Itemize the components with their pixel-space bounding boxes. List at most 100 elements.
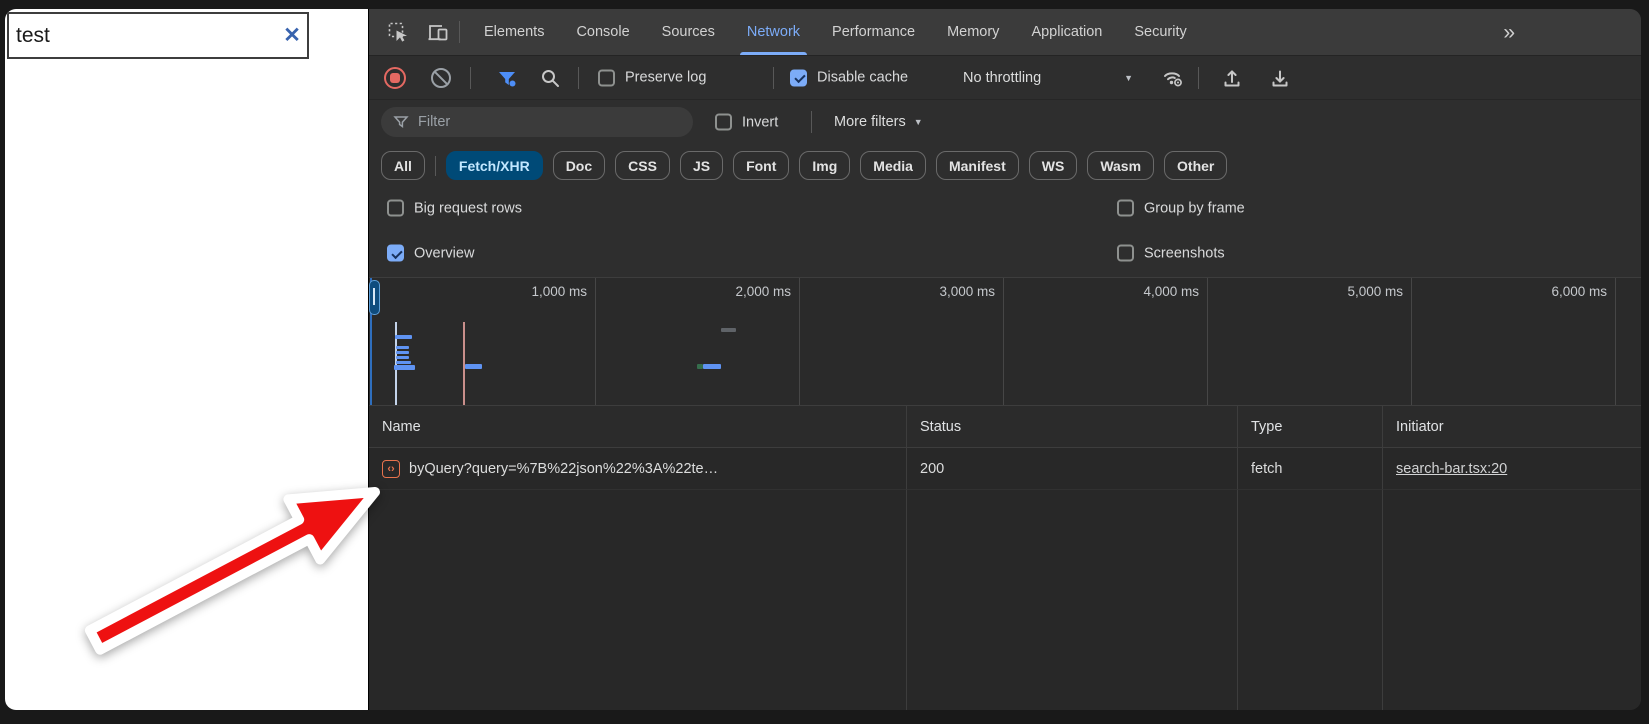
- invert-filter-checkbox[interactable]: Invert: [715, 114, 778, 131]
- network-conditions-icon[interactable]: [1160, 65, 1186, 91]
- search-input[interactable]: [9, 24, 277, 48]
- options-row-1: Big request rows Group by frame: [369, 187, 1641, 229]
- table-filler: [907, 490, 1238, 710]
- devtools-tabbar: Elements Console Sources Network Perform…: [369, 9, 1641, 56]
- table-filler: [1383, 490, 1641, 710]
- big-request-rows-checkbox[interactable]: Big request rows: [387, 200, 522, 217]
- chevron-down-icon: ▼: [1124, 73, 1133, 83]
- timeline-tick-label: 4,000 ms: [999, 284, 1199, 299]
- toolbar-divider: [811, 111, 812, 133]
- overview-label: Overview: [414, 245, 474, 261]
- import-har-icon[interactable]: [1219, 65, 1245, 91]
- table-filler: [1238, 490, 1383, 710]
- timeline-tick-label: 5,000 ms: [1203, 284, 1403, 299]
- chip-doc[interactable]: Doc: [553, 151, 605, 180]
- more-filters-label: More filters: [834, 114, 906, 130]
- timeline-selection-handle[interactable]: [369, 280, 380, 315]
- timeline-tick-label: 1,000 ms: [387, 284, 587, 299]
- more-tabs-icon[interactable]: »: [1503, 9, 1515, 56]
- timeline-request-bar: [465, 364, 482, 369]
- inspect-element-icon[interactable]: [385, 19, 411, 45]
- chip-fetch-xhr[interactable]: Fetch/XHR: [446, 151, 543, 180]
- column-header-type[interactable]: Type: [1238, 406, 1383, 448]
- export-har-icon[interactable]: [1267, 65, 1293, 91]
- throttling-value: No throttling: [963, 70, 1041, 86]
- request-name: byQuery?query=%7B%22json%22%3A%22te…: [409, 461, 718, 477]
- column-header-initiator[interactable]: Initiator: [1383, 406, 1641, 448]
- chip-manifest[interactable]: Manifest: [936, 151, 1019, 180]
- initiator-link[interactable]: search-bar.tsx:20: [1396, 461, 1507, 477]
- timeline-request-bar: [396, 356, 409, 359]
- options-row-2: Overview Screenshots: [369, 229, 1641, 277]
- request-row-name[interactable]: ‹› byQuery?query=%7B%22json%22%3A%22te…: [369, 448, 907, 490]
- tab-security[interactable]: Security: [1118, 9, 1202, 55]
- request-row-initiator[interactable]: search-bar.tsx:20: [1383, 448, 1641, 490]
- column-header-status[interactable]: Status: [907, 406, 1238, 448]
- funnel-icon: [393, 114, 409, 130]
- filter-placeholder: Filter: [418, 114, 450, 130]
- page-search-box: ✕: [7, 12, 309, 59]
- filter-input[interactable]: Filter: [381, 107, 693, 137]
- filter-toggle-icon[interactable]: [494, 65, 520, 91]
- group-by-frame-checkbox[interactable]: Group by frame: [1117, 200, 1245, 217]
- preserve-log-checkbox[interactable]: Preserve log: [598, 69, 706, 86]
- chip-wasm[interactable]: Wasm: [1087, 151, 1154, 180]
- network-filter-row: Filter Invert More filters ▼: [369, 100, 1641, 144]
- throttling-select[interactable]: No throttling ▼: [963, 70, 1133, 86]
- tab-memory[interactable]: Memory: [931, 9, 1015, 55]
- disable-cache-checkbox[interactable]: Disable cache: [790, 69, 908, 86]
- request-row-type[interactable]: fetch: [1238, 448, 1383, 490]
- chip-font[interactable]: Font: [733, 151, 789, 180]
- fetch-xhr-icon: ‹›: [382, 460, 400, 478]
- more-filters-button[interactable]: More filters ▼: [834, 114, 923, 130]
- chip-css[interactable]: CSS: [615, 151, 670, 180]
- tab-performance[interactable]: Performance: [816, 9, 931, 55]
- device-toolbar-icon[interactable]: [425, 19, 451, 45]
- toolbar-divider: [773, 67, 774, 89]
- chip-divider: [435, 156, 436, 176]
- screenshots-checkbox[interactable]: Screenshots: [1117, 245, 1225, 262]
- tab-sources[interactable]: Sources: [646, 9, 731, 55]
- toolbar-divider: [578, 67, 579, 89]
- record-network-log-button[interactable]: [384, 67, 406, 89]
- checkbox-box: [387, 200, 404, 217]
- preserve-log-label: Preserve log: [625, 70, 706, 86]
- checkbox-box: [715, 114, 732, 131]
- checkbox-box: [1117, 245, 1134, 262]
- tab-console[interactable]: Console: [560, 9, 645, 55]
- requests-table: Name Status Type Initiator ‹› byQuery?qu…: [369, 405, 1641, 710]
- tab-network[interactable]: Network: [731, 9, 816, 55]
- chip-all[interactable]: All: [381, 151, 425, 180]
- timeline-tick-label: 6,000 ms: [1407, 284, 1607, 299]
- chip-js[interactable]: JS: [680, 151, 723, 180]
- chip-ws[interactable]: WS: [1029, 151, 1078, 180]
- chip-other[interactable]: Other: [1164, 151, 1227, 180]
- toolbar-divider: [470, 67, 471, 89]
- checkbox-box: [387, 245, 404, 262]
- clear-search-icon[interactable]: ✕: [277, 23, 307, 48]
- network-overview-timeline[interactable]: 1,000 ms2,000 ms3,000 ms4,000 ms5,000 ms…: [369, 277, 1641, 405]
- timeline-request-bar: [395, 335, 412, 339]
- chip-media[interactable]: Media: [860, 151, 926, 180]
- timeline-tick-label: 3,000 ms: [795, 284, 995, 299]
- disable-cache-label: Disable cache: [817, 70, 908, 86]
- toolbar-divider: [1198, 67, 1199, 89]
- screenshots-label: Screenshots: [1144, 245, 1225, 261]
- chip-img[interactable]: Img: [799, 151, 850, 180]
- group-by-frame-label: Group by frame: [1144, 200, 1245, 216]
- tab-application[interactable]: Application: [1015, 9, 1118, 55]
- request-type-chips: All Fetch/XHR Doc CSS JS Font Img Media …: [369, 144, 1641, 187]
- timeline-request-bar: [396, 346, 409, 349]
- table-filler: [369, 490, 907, 710]
- request-row-status[interactable]: 200: [907, 448, 1238, 490]
- column-header-name[interactable]: Name: [369, 406, 907, 448]
- overview-checkbox[interactable]: Overview: [387, 245, 474, 262]
- big-request-rows-label: Big request rows: [414, 200, 522, 216]
- screenshot-frame: ✕: [0, 0, 1649, 724]
- web-page: ✕: [5, 9, 368, 710]
- tab-elements[interactable]: Elements: [468, 9, 560, 55]
- tabbar-icons: [369, 9, 451, 55]
- clear-network-log-icon[interactable]: [431, 68, 451, 88]
- search-network-icon[interactable]: [537, 65, 563, 91]
- timeline-request-bar: [396, 351, 409, 354]
